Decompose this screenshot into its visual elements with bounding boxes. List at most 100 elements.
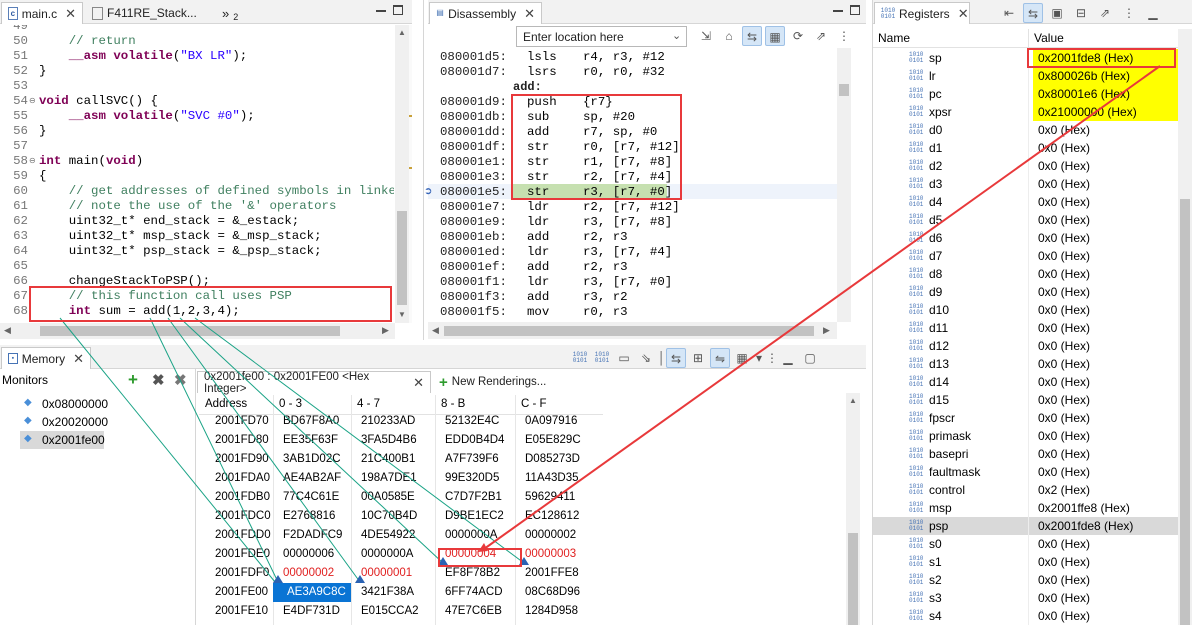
memory-cell[interactable]: 00000001 (351, 564, 435, 583)
disassembly-row[interactable]: 080001d5: lsls r4, r3, #12 (428, 50, 840, 65)
remove-monitor-icon[interactable]: ✖ (152, 371, 165, 389)
disassembly-row[interactable]: 080001f1: ldr r3, [r7, #0] (428, 275, 840, 290)
register-row[interactable]: 1010 0101 d5 0x0 (Hex) (873, 211, 1179, 229)
disassembly-row[interactable]: 080001d7: lsrs r0, r0, #32 (428, 65, 840, 80)
disassembly-row[interactable]: 080001e5: str r3, [r7, #0] (428, 185, 840, 200)
new-file-icon[interactable]: ▭ (614, 348, 634, 368)
close-icon[interactable]: ✕ (73, 351, 84, 367)
register-value[interactable]: 0x2001fde8 (Hex) (1033, 517, 1179, 535)
register-row[interactable]: 1010 0101 d14 0x0 (Hex) (873, 373, 1179, 391)
column-header[interactable]: C - F (521, 398, 547, 410)
register-row[interactable]: 1010 0101 s2 0x0 (Hex) (873, 571, 1179, 589)
register-value[interactable]: 0x0 (Hex) (1033, 355, 1179, 373)
tab-memory[interactable]: ▪ Memory ✕ (1, 347, 91, 369)
scroll-thumb[interactable] (397, 211, 407, 305)
tab-registers[interactable]: 1010 0101 Registers ✕ (874, 2, 970, 24)
monitor-item-selected[interactable]: ◆ 0x2001fe00 (20, 431, 105, 449)
column-header[interactable]: Address (205, 398, 247, 410)
memory-cell[interactable]: E05E829C (515, 431, 597, 450)
memory-cell[interactable]: 11A43D35 (515, 469, 597, 488)
memory-cell[interactable]: 08C68D96 (515, 583, 597, 602)
tab-overflow[interactable]: » 2 (216, 2, 246, 24)
memory-cell[interactable]: 0000000A (435, 526, 515, 545)
import-icon[interactable]: ⇘ (636, 348, 656, 368)
disassembly-row[interactable]: 080001eb: add r2, r3 (428, 230, 840, 245)
memory-cell[interactable]: 3421F38A (351, 583, 435, 602)
close-icon[interactable]: ✕ (65, 6, 76, 22)
maximize-button[interactable] (393, 5, 403, 15)
memory-vertical-scrollbar[interactable]: ▲ (846, 393, 860, 625)
scroll-up-icon[interactable]: ▲ (849, 396, 857, 405)
memory-cell[interactable]: 00000002 (515, 526, 597, 545)
register-value[interactable]: 0x0 (Hex) (1033, 607, 1179, 625)
disassembly-row[interactable]: 080001e9: ldr r3, [r7, #8] (428, 215, 840, 230)
memory-cell[interactable]: 00000006 (273, 545, 351, 564)
register-row[interactable]: 1010 0101 s4 0x0 (Hex) (873, 607, 1179, 625)
toggle-icon[interactable]: ⊞ (688, 348, 708, 368)
register-value[interactable]: 0x2001fde8 (Hex) (1033, 49, 1179, 67)
chevron-down-icon[interactable]: ▾ (754, 348, 764, 368)
refresh-icon[interactable]: ⟳ (788, 26, 808, 46)
register-row[interactable]: 1010 0101 fpscr 0x0 (Hex) (873, 409, 1179, 427)
memory-cell[interactable]: 00000002 (273, 564, 351, 583)
memory-cell[interactable]: 1284D958 (515, 602, 597, 621)
register-row[interactable]: 1010 0101 msp 0x2001ffe8 (Hex) (873, 499, 1179, 517)
monitor-item[interactable]: ◆ 0x08000000 (20, 395, 190, 413)
view-menu-icon[interactable]: ⋮ (1119, 3, 1139, 23)
memory-cell[interactable]: D085273D (515, 450, 597, 469)
sync-icon[interactable]: ⇋ (710, 348, 730, 368)
register-value[interactable]: 0x21000000 (Hex) (1033, 103, 1179, 121)
column-header[interactable]: 4 - 7 (357, 398, 380, 410)
close-icon[interactable]: ✕ (413, 375, 424, 391)
add-monitor-icon[interactable]: + (128, 370, 138, 390)
disassembly-row[interactable]: 080001dd: add r7, sp, #0 (428, 125, 840, 140)
register-row[interactable]: 1010 0101 d8 0x0 (Hex) (873, 265, 1179, 283)
memory-cell[interactable]: 47E7C6EB (435, 602, 515, 621)
tab-new-renderings[interactable]: + New Renderings... (433, 371, 557, 393)
disassembly-row[interactable]: 080001e1: str r1, [r7, #8] (428, 155, 840, 170)
register-value[interactable]: 0x0 (Hex) (1033, 121, 1179, 139)
goto-address-icon[interactable]: ⇲ (696, 26, 716, 46)
memory-cell[interactable]: 00000003 (515, 545, 597, 564)
memory-cell[interactable]: 10C70B4D (351, 507, 435, 526)
register-value[interactable]: 0x0 (Hex) (1033, 265, 1179, 283)
memory-cell[interactable]: 21C400B1 (351, 450, 435, 469)
memory-cell[interactable]: 0A097916 (515, 415, 597, 431)
register-value[interactable]: 0x0 (Hex) (1033, 319, 1179, 337)
memory-cell[interactable]: 00A0585E (351, 488, 435, 507)
tab-main-c[interactable]: c main.c ✕ (1, 2, 83, 24)
close-icon[interactable]: ✕ (524, 6, 535, 22)
memory-cell[interactable]: 3AB1D02C (273, 450, 351, 469)
memory-cell[interactable]: E4DF731D (273, 602, 351, 621)
disassembly-row[interactable]: 080001df: str r0, [r7, #12] (428, 140, 840, 155)
code-area[interactable]: 49 50 // return 51 __asm volatile("BX LR")… (0, 25, 394, 323)
register-row[interactable]: 1010 0101 d1 0x0 (Hex) (873, 139, 1179, 157)
register-row[interactable]: 1010 0101 d10 0x0 (Hex) (873, 301, 1179, 319)
open-new-icon[interactable]: ⇗ (811, 26, 831, 46)
minimize-button[interactable] (376, 10, 386, 12)
register-value[interactable]: 0x0 (Hex) (1033, 157, 1179, 175)
register-value[interactable]: 0x0 (Hex) (1033, 427, 1179, 445)
disassembly-code[interactable]: add: 080001d5: lsls r4, r3, #12 080001d7: ls… (428, 50, 840, 322)
register-row[interactable]: 1010 0101 xpsr 0x21000000 (Hex) (873, 103, 1179, 121)
register-value[interactable]: 0x0 (Hex) (1033, 229, 1179, 247)
register-row[interactable]: 1010 0101 pc 0x80001e6 (Hex) (873, 85, 1179, 103)
home-icon[interactable]: ⌂ (719, 26, 739, 46)
view-menu-icon[interactable]: ⋮ (834, 26, 854, 46)
register-value[interactable]: 0x80001e6 (Hex) (1033, 85, 1179, 103)
register-value[interactable]: 0x0 (Hex) (1033, 445, 1179, 463)
memory-cell[interactable]: EDD0B4D4 (435, 431, 515, 450)
scroll-up-icon[interactable]: ▲ (398, 28, 406, 37)
register-row[interactable]: 1010 0101 d11 0x0 (Hex) (873, 319, 1179, 337)
scroll-left-icon[interactable]: ◀ (432, 325, 439, 336)
register-value[interactable]: 0x0 (Hex) (1033, 463, 1179, 481)
memory-cell[interactable]: E2768816 (273, 507, 351, 526)
register-row[interactable]: 1010 0101 d3 0x0 (Hex) (873, 175, 1179, 193)
binary-icon-2[interactable]: 1010 0101 (592, 348, 612, 368)
tab-disassembly[interactable]: ▤ Disassembly ✕ (429, 2, 542, 24)
show-source-icon[interactable]: ▦ (765, 26, 785, 46)
editor-vertical-scrollbar[interactable]: ▲ ▼ (395, 25, 409, 323)
memory-cell[interactable]: E015CCA2 (351, 602, 435, 621)
h-scroll-thumb[interactable] (444, 326, 814, 336)
register-value[interactable]: 0x0 (Hex) (1033, 175, 1179, 193)
